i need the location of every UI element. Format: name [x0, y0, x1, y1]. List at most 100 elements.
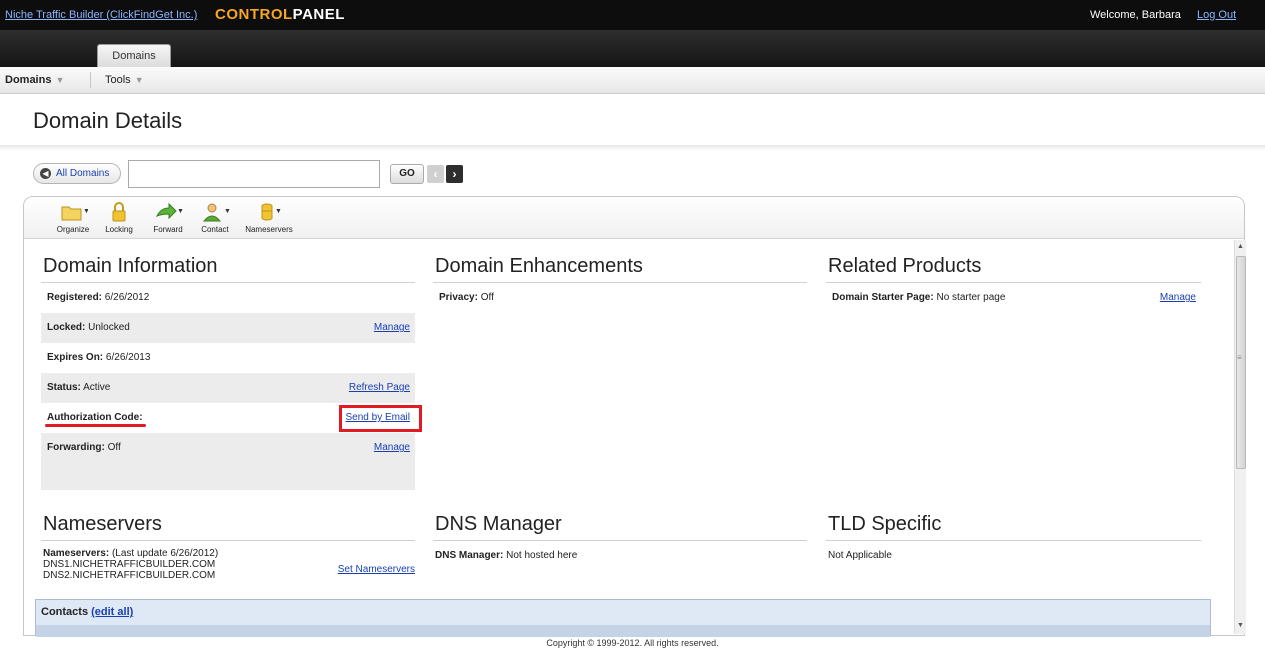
related-products-title: Related Products	[828, 255, 982, 277]
section-divider	[433, 540, 807, 541]
row-forwarding: Forwarding: Off Manage	[41, 433, 415, 490]
menu-bar: Domains ▼ Tools ▼	[0, 67, 1265, 94]
refresh-page-link[interactable]: Refresh Page	[349, 373, 410, 403]
expires-value: 6/26/2013	[105, 352, 151, 363]
title-divider	[0, 145, 1265, 151]
dns-manager-value: Not hosted here	[506, 550, 578, 561]
contacts-header: Contacts (edit all)	[35, 599, 1211, 637]
status-label: Status:	[47, 382, 81, 393]
svg-text:▼: ▼	[83, 208, 88, 215]
domain-toolbar: ▼ Organize Locking ▼ Forward ▼ Contact ▼	[24, 197, 1244, 239]
contacts-label: Contacts	[41, 606, 89, 618]
toolbar-forward[interactable]: ▼ Forward	[145, 201, 191, 234]
svg-text:▼: ▼	[275, 208, 282, 215]
scroll-grip-icon: ≡	[1237, 353, 1242, 362]
section-divider	[826, 540, 1201, 541]
tab-bar: Domains	[0, 30, 1265, 67]
row-privacy: Privacy: Off	[433, 283, 807, 313]
domain-information-title: Domain Information	[43, 255, 218, 277]
top-bar: Niche Traffic Builder (ClickFindGet Inc.…	[0, 0, 1265, 30]
toolbar-nameservers-label: Nameservers	[245, 225, 293, 234]
forward-arrow-icon: ▼	[145, 201, 191, 223]
set-nameservers-link[interactable]: Set Nameservers	[338, 564, 415, 575]
menu-divider	[90, 72, 91, 88]
domain-enhancements-title: Domain Enhancements	[435, 255, 643, 277]
menu-domains-label: Domains	[5, 74, 52, 86]
nameservers-title: Nameservers	[43, 513, 162, 535]
logout-link[interactable]: Log Out	[1197, 9, 1236, 21]
database-icon: ▼	[240, 201, 298, 223]
contact-person-icon: ▼	[192, 201, 238, 223]
brand-link[interactable]: Niche Traffic Builder (ClickFindGet Inc.…	[5, 9, 197, 21]
nameservers-label: Nameservers:	[43, 548, 110, 559]
scroll-down-icon[interactable]: ▼	[1237, 622, 1244, 629]
all-domains-button[interactable]: ◀ All Domains	[33, 163, 121, 184]
edit-all-contacts-link[interactable]: (edit all)	[91, 606, 133, 618]
tld-specific-title: TLD Specific	[828, 513, 942, 535]
row-expires: Expires On: 6/26/2013	[41, 343, 415, 373]
locked-value: Unlocked	[88, 322, 130, 333]
vertical-scrollbar[interactable]: ▲ ≡ ▼	[1234, 240, 1246, 634]
locked-manage-link[interactable]: Manage	[374, 313, 410, 343]
privacy-label: Privacy:	[439, 292, 478, 303]
registered-value: 6/26/2012	[104, 292, 150, 303]
locked-label: Locked:	[47, 322, 86, 333]
row-locked: Locked: Unlocked Manage	[41, 313, 415, 343]
contacts-column-header	[36, 625, 1210, 637]
highlight-annotation-box	[339, 405, 422, 432]
dns-manager-label: DNS Manager:	[435, 550, 504, 561]
welcome-text: Welcome, Barbara	[1090, 9, 1181, 21]
row-starter-page: Domain Starter Page: No starter page Man…	[826, 283, 1201, 313]
toolbar-forward-label: Forward	[153, 225, 183, 234]
forwarding-value: Off	[107, 442, 121, 453]
contacts-label-row: Contacts (edit all)	[41, 606, 133, 618]
status-value: Active	[83, 382, 111, 393]
row-registered: Registered: 6/26/2012	[41, 283, 415, 313]
starter-page-manage-link[interactable]: Manage	[1160, 283, 1196, 313]
nameservers-updated: (Last update 6/26/2012)	[111, 548, 219, 559]
toolbar-nameservers[interactable]: ▼ Nameservers	[240, 201, 298, 234]
section-divider	[41, 540, 415, 541]
expires-label: Expires On:	[47, 352, 104, 363]
scroll-up-icon[interactable]: ▲	[1237, 243, 1244, 250]
menu-tools-label: Tools	[105, 74, 131, 86]
row-status: Status: Active Refresh Page	[41, 373, 415, 403]
control-panel-logo: CONTROLPANEL	[215, 6, 345, 23]
starter-page-value: No starter page	[936, 292, 1006, 303]
tld-specific-value: Not Applicable	[828, 550, 892, 561]
toolbar-contact[interactable]: ▼ Contact	[192, 201, 238, 234]
forwarding-label: Forwarding:	[47, 442, 105, 453]
menu-domains[interactable]: Domains ▼	[5, 74, 64, 86]
svg-text:▼: ▼	[224, 208, 230, 215]
back-arrow-icon: ◀	[40, 168, 51, 179]
toolbar-locking[interactable]: Locking	[97, 201, 141, 234]
toolbar-organize-label: Organize	[56, 225, 90, 234]
previous-domain-button[interactable]: ‹	[427, 165, 444, 183]
privacy-value: Off	[480, 292, 494, 303]
starter-page-label: Domain Starter Page:	[832, 292, 934, 303]
domain-search-input[interactable]	[128, 160, 380, 188]
registered-label: Registered:	[47, 292, 103, 303]
toolbar-organize[interactable]: ▼ Organize	[51, 201, 95, 234]
folder-icon: ▼	[51, 201, 95, 223]
tab-domains[interactable]: Domains	[97, 44, 171, 67]
all-domains-label: All Domains	[56, 168, 110, 179]
page-title: Domain Details	[33, 108, 183, 133]
go-button[interactable]: GO	[390, 164, 424, 184]
toolbar-locking-label: Locking	[105, 225, 133, 234]
nameservers-block: Nameservers: (Last update 6/26/2012) DNS…	[43, 548, 415, 581]
lock-icon	[97, 201, 141, 223]
authorization-code-label: Authorization Code:	[47, 412, 143, 423]
next-domain-button[interactable]: ›	[446, 165, 463, 183]
chevron-down-icon: ▼	[55, 75, 65, 85]
toolbar-contact-label: Contact	[201, 225, 229, 234]
menu-tools[interactable]: Tools ▼	[105, 74, 144, 86]
footer-copyright: Copyright © 1999-2012. All rights reserv…	[546, 638, 719, 648]
dns-manager-row: DNS Manager: Not hosted here	[435, 550, 577, 561]
svg-text:▼: ▼	[177, 208, 183, 215]
scrollbar-thumb[interactable]	[1236, 256, 1246, 469]
chevron-down-icon: ▼	[134, 75, 144, 85]
logo-suffix: PANEL	[292, 6, 345, 23]
forwarding-manage-link[interactable]: Manage	[374, 433, 410, 463]
logo-prefix: CONTROL	[215, 6, 293, 23]
